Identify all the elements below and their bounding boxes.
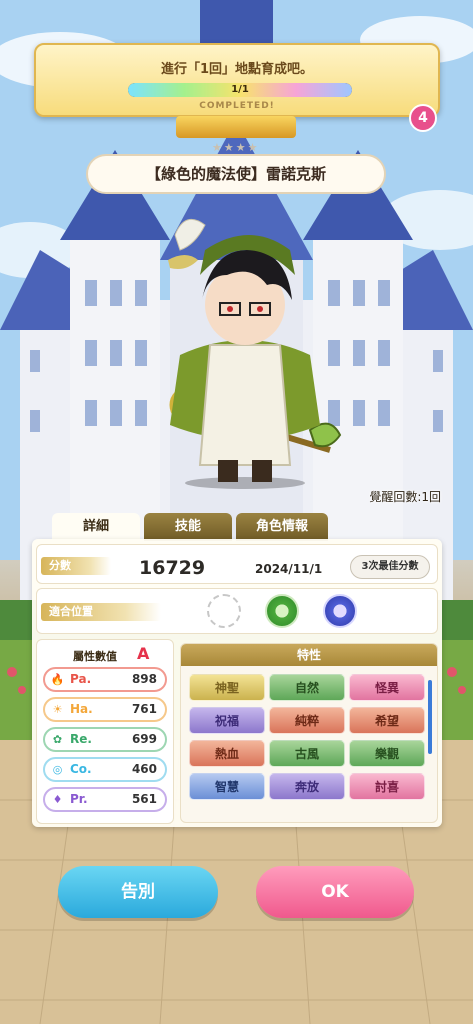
- stat-name: Pa.: [70, 672, 92, 686]
- farewell-button[interactable]: 告別: [58, 866, 218, 918]
- score-date: 2024/11/1: [255, 562, 323, 576]
- detail-tabs: 詳細 技能 角色情報: [52, 513, 328, 541]
- rarity-stars: ★★★★: [212, 141, 260, 154]
- traits-scrollbar[interactable]: [428, 680, 432, 754]
- trait-tag[interactable]: 樂觀: [349, 740, 425, 767]
- tab-detail[interactable]: 詳細: [52, 513, 140, 541]
- result-title-ribbon: [176, 116, 296, 138]
- position-magic-icon[interactable]: [323, 594, 357, 628]
- traits-title: 特性: [181, 644, 437, 666]
- clover-icon: ✿: [52, 733, 63, 746]
- trait-tag[interactable]: 祝福: [189, 707, 265, 734]
- position-empty-slot: [207, 594, 241, 628]
- stat-name: Ha.: [70, 702, 93, 716]
- bubble-icon: ◎: [52, 763, 63, 776]
- best-score-button[interactable]: 3次最佳分數: [350, 555, 430, 579]
- ok-button[interactable]: OK: [256, 866, 414, 918]
- mission-banner: 進行「1回」地點育成吧。 1/1 COMPLETED!: [34, 43, 440, 117]
- tab-character-info[interactable]: 角色情報: [236, 513, 328, 541]
- mission-progress-count: 1/1: [231, 84, 249, 95]
- trait-tag[interactable]: 神聖: [189, 674, 265, 701]
- stat-value: 699: [131, 732, 157, 746]
- stat-name: Co.: [70, 762, 92, 776]
- traits-box: 特性 神聖 自然 怪異 祝福 純粹 希望 熱血 古風 樂觀 智慧 奔放 討喜: [180, 643, 438, 823]
- position-row: 適合位置: [36, 588, 438, 634]
- sun-icon: ☀: [52, 703, 63, 716]
- stat-value: 460: [131, 762, 157, 776]
- stat-cool: ◎ Co. 460: [43, 757, 167, 782]
- trait-tag[interactable]: 奔放: [269, 773, 345, 800]
- trait-tag[interactable]: 自然: [269, 674, 345, 701]
- detail-panel: 分數 16729 2024/11/1 3次最佳分數 適合位置 屬性數值 A 🔥 …: [32, 539, 442, 827]
- stat-passion: 🔥 Pa. 898: [43, 667, 167, 692]
- trait-tag[interactable]: 純粹: [269, 707, 345, 734]
- stat-name: Re.: [70, 732, 92, 746]
- stat-pretty: ♦ Pr. 561: [43, 787, 167, 812]
- mission-count-badge[interactable]: 4: [409, 104, 437, 132]
- stat-relax: ✿ Re. 699: [43, 727, 167, 752]
- score-value: 16729: [139, 557, 206, 579]
- stats-rank: A: [137, 644, 150, 663]
- trait-tag[interactable]: 古風: [269, 740, 345, 767]
- stat-value: 561: [131, 792, 157, 806]
- mission-text: 進行「1回」地點育成吧。: [160, 62, 314, 77]
- position-label: 適合位置: [41, 603, 161, 621]
- awaken-count: 覺醒回數:1回: [369, 490, 441, 504]
- tab-skills[interactable]: 技能: [144, 513, 232, 541]
- mission-progress-bar: 1/1: [128, 83, 352, 97]
- score-row: 分數 16729 2024/11/1 3次最佳分數: [36, 544, 438, 584]
- stat-value: 761: [131, 702, 157, 716]
- stats-box: 屬性數值 A 🔥 Pa. 898 ☀ Ha. 761 ✿ Re. 699 ◎ C…: [36, 639, 174, 824]
- stats-title: 屬性數值: [73, 650, 117, 663]
- trait-tag[interactable]: 討喜: [349, 773, 425, 800]
- stat-happy: ☀ Ha. 761: [43, 697, 167, 722]
- character-name: 【綠色的魔法使】雷諾克斯: [86, 154, 386, 194]
- trait-tag[interactable]: 智慧: [189, 773, 265, 800]
- score-label: 分數: [41, 557, 111, 575]
- position-nature-icon[interactable]: [265, 594, 299, 628]
- trait-tag[interactable]: 怪異: [349, 674, 425, 701]
- trait-tag[interactable]: 希望: [349, 707, 425, 734]
- stat-name: Pr.: [70, 792, 88, 806]
- mission-completed-label: COMPLETED!: [199, 101, 275, 111]
- character-illustration: [168, 218, 342, 489]
- flame-icon: 🔥: [50, 673, 65, 686]
- trait-tag[interactable]: 熱血: [189, 740, 265, 767]
- gem-icon: ♦: [52, 793, 63, 806]
- stat-value: 898: [131, 672, 157, 686]
